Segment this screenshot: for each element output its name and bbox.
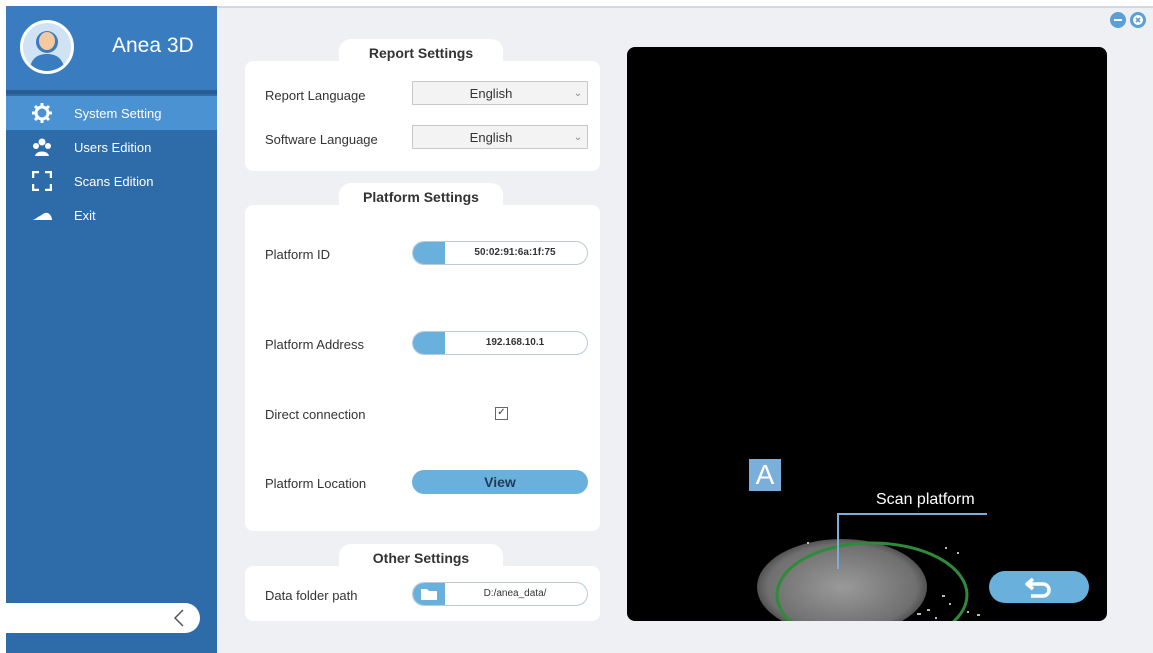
scan-frame-icon bbox=[30, 169, 54, 193]
users-icon bbox=[30, 135, 54, 159]
sidebar-item-label: Users Edition bbox=[74, 139, 152, 155]
sidebar-item-label: Scans Edition bbox=[74, 173, 154, 189]
platform-id-label: Platform ID bbox=[265, 247, 331, 262]
scan-preview: A Scan platform bbox=[627, 47, 1107, 621]
sidebar: Anea 3D System Setting Users Edition Sca… bbox=[6, 6, 217, 653]
data-folder-field[interactable]: D:/anea_data/ bbox=[412, 582, 588, 606]
direct-connection-checkbox[interactable]: ✓ bbox=[495, 407, 508, 420]
scan-point-cloud bbox=[757, 539, 980, 621]
platform-id-value: 50:02:91:6a:1f:75 bbox=[474, 247, 556, 258]
direct-connection-label: Direct connection bbox=[265, 407, 366, 422]
callout-line bbox=[837, 513, 987, 515]
callout-line bbox=[837, 513, 839, 569]
software-language-select[interactable]: English ⌄ bbox=[412, 125, 588, 149]
minimize-icon bbox=[1114, 19, 1122, 21]
sidebar-item-users-edition[interactable]: Users Edition bbox=[6, 130, 217, 164]
sidebar-item-scans-edition[interactable]: Scans Edition bbox=[6, 164, 217, 198]
top-divider bbox=[217, 6, 1153, 8]
sidebar-item-system-setting[interactable]: System Setting bbox=[6, 96, 217, 130]
software-language-value: English bbox=[469, 129, 513, 145]
report-settings-panel: Report Language English ⌄ Software Langu… bbox=[245, 61, 600, 171]
field-handle bbox=[413, 242, 445, 264]
sidebar-menu: System Setting Users Edition Scans Editi… bbox=[6, 96, 217, 232]
back-button[interactable] bbox=[989, 571, 1089, 603]
folder-button[interactable] bbox=[413, 583, 445, 605]
data-folder-value: D:/anea_data/ bbox=[483, 588, 547, 599]
field-handle bbox=[413, 332, 445, 354]
platform-address-value: 192.168.10.1 bbox=[485, 337, 545, 348]
platform-address-label: Platform Address bbox=[265, 337, 364, 352]
report-language-label: Report Language bbox=[265, 88, 366, 103]
avatar bbox=[20, 20, 74, 74]
exit-icon bbox=[30, 203, 54, 227]
report-language-value: English bbox=[469, 85, 513, 101]
view-location-button[interactable]: View bbox=[412, 470, 588, 494]
report-language-select[interactable]: English ⌄ bbox=[412, 81, 588, 105]
chevron-left-icon[interactable] bbox=[170, 608, 190, 628]
other-settings-panel: Data folder path D:/anea_data/ bbox=[245, 566, 600, 621]
sidebar-header-divider bbox=[6, 90, 217, 94]
sidebar-item-label: System Setting bbox=[74, 105, 162, 121]
sidebar-item-label: Exit bbox=[74, 207, 96, 223]
user-avatar-icon bbox=[29, 31, 65, 71]
minimize-button[interactable] bbox=[1110, 12, 1126, 28]
software-language-label: Software Language bbox=[265, 132, 378, 147]
app-window: Anea 3D System Setting Users Edition Sca… bbox=[6, 6, 1153, 653]
chevron-down-icon: ⌄ bbox=[573, 131, 583, 143]
gear-icon bbox=[30, 101, 54, 125]
close-icon bbox=[1133, 15, 1143, 25]
sidebar-header: Anea 3D bbox=[6, 6, 217, 90]
chevron-down-icon: ⌄ bbox=[573, 87, 583, 99]
undo-arrow-icon bbox=[1025, 577, 1051, 598]
platform-id-field[interactable]: 50:02:91:6a:1f:75 bbox=[412, 241, 588, 265]
sidebar-collapse-bar[interactable] bbox=[6, 603, 200, 633]
platform-settings-panel: Platform ID 50:02:91:6a:1f:75 Platform A… bbox=[245, 205, 600, 531]
scan-platform-label: Scan platform bbox=[876, 491, 975, 508]
sidebar-item-exit[interactable]: Exit bbox=[6, 198, 217, 232]
close-button[interactable] bbox=[1130, 12, 1146, 28]
platform-address-field[interactable]: 192.168.10.1 bbox=[412, 331, 588, 355]
marker-a-label: A bbox=[749, 459, 781, 491]
app-name: Anea 3D bbox=[112, 34, 194, 57]
folder-icon bbox=[421, 589, 437, 600]
platform-location-label: Platform Location bbox=[265, 476, 367, 491]
data-folder-label: Data folder path bbox=[265, 588, 358, 603]
